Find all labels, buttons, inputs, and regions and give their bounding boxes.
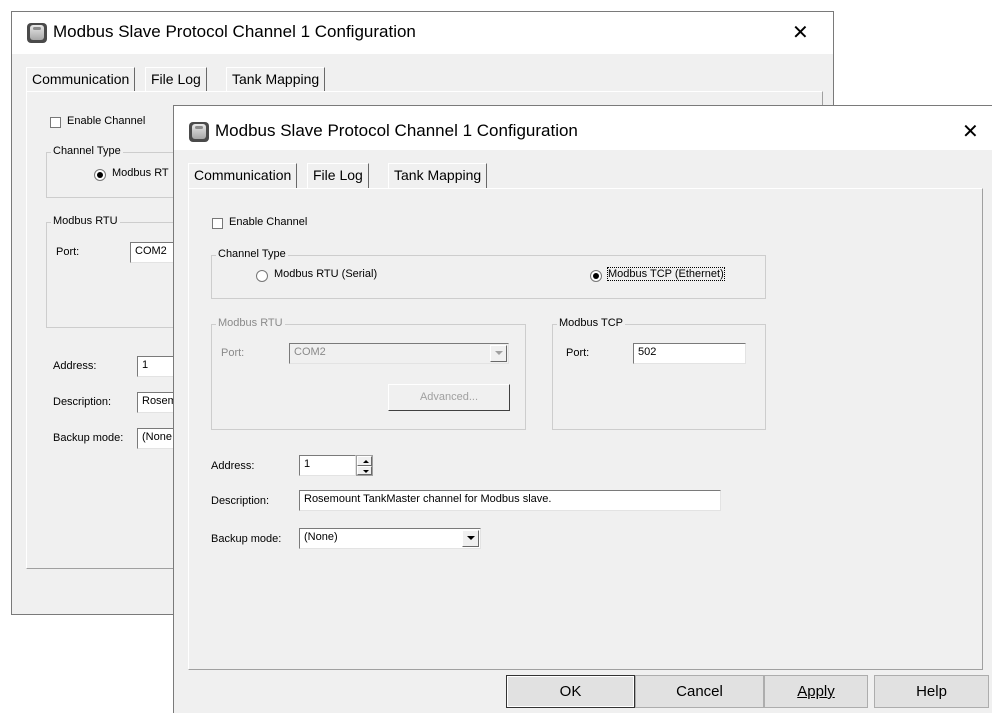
back-tab-tank-mapping[interactable]: Tank Mapping: [226, 67, 326, 91]
enable-channel-checkbox[interactable]: [212, 218, 223, 229]
chevron-down-icon[interactable]: [462, 530, 479, 547]
rtu-port-label: Port:: [221, 347, 245, 359]
description-input[interactable]: Rosemount TankMaster channel for Modbus …: [299, 490, 721, 511]
back-radio-modbus-rtu[interactable]: [94, 169, 106, 181]
tcp-port-label: Port:: [566, 347, 590, 359]
backup-mode-label: Backup mode:: [211, 533, 282, 545]
address-stepper[interactable]: [356, 455, 373, 476]
channel-type-caption: Channel Type: [216, 248, 288, 260]
back-backup-mode-label: Backup mode:: [53, 432, 124, 444]
app-icon: [27, 23, 47, 43]
address-label: Address:: [211, 460, 255, 472]
stepper-up-icon[interactable]: [357, 456, 372, 466]
front-dialog-window: Modbus Slave Protocol Channel 1 Configur…: [173, 105, 992, 713]
tab-communication[interactable]: Communication: [188, 163, 298, 188]
modbus-tcp-group: [552, 324, 766, 430]
modbus-tcp-caption: Modbus TCP: [557, 317, 625, 329]
rtu-port-select: COM2: [289, 343, 509, 364]
back-radio-modbus-rtu-label: Modbus RT: [112, 167, 169, 179]
front-close-icon[interactable]: ✕: [962, 119, 979, 144]
back-tab-file-log[interactable]: File Log: [145, 67, 207, 91]
back-enable-channel-label: Enable Channel: [67, 115, 146, 127]
radio-modbus-rtu[interactable]: [256, 270, 268, 282]
back-description-label: Description:: [53, 396, 112, 408]
back-window-title: Modbus Slave Protocol Channel 1 Configur…: [53, 22, 416, 41]
radio-modbus-rtu-label[interactable]: Modbus RTU (Serial): [274, 268, 377, 280]
tab-file-log[interactable]: File Log: [307, 163, 369, 188]
front-window-title: Modbus Slave Protocol Channel 1 Configur…: [215, 121, 578, 140]
chevron-down-icon: [490, 345, 507, 362]
back-channel-type-caption: Channel Type: [51, 145, 123, 157]
modbus-rtu-group: [211, 324, 526, 430]
advanced-button: Advanced...: [388, 384, 510, 411]
back-address-label: Address:: [53, 360, 97, 372]
tab-tank-mapping[interactable]: Tank Mapping: [388, 163, 488, 188]
address-input[interactable]: 1: [299, 455, 356, 476]
back-modbus-rtu-caption: Modbus RTU: [51, 215, 120, 227]
radio-modbus-tcp[interactable]: [590, 270, 602, 282]
rtu-port-value: COM2: [294, 346, 326, 358]
enable-channel-label: Enable Channel: [229, 216, 308, 228]
back-title-bar[interactable]: Modbus Slave Protocol Channel 1 Configur…: [12, 12, 833, 54]
description-label: Description:: [211, 495, 270, 507]
ok-button[interactable]: OK: [506, 675, 635, 708]
stepper-down-icon[interactable]: [357, 465, 372, 475]
cancel-button[interactable]: Cancel: [635, 675, 764, 708]
modbus-rtu-caption: Modbus RTU: [216, 317, 285, 329]
app-icon: [189, 122, 209, 142]
backup-mode-select[interactable]: (None): [299, 528, 481, 549]
back-close-icon[interactable]: ✕: [792, 20, 809, 45]
front-title-bar[interactable]: Modbus Slave Protocol Channel 1 Configur…: [174, 106, 992, 150]
back-port-label: Port:: [56, 246, 80, 258]
back-tab-communication[interactable]: Communication: [26, 67, 136, 91]
help-button[interactable]: Help: [874, 675, 989, 708]
back-enable-channel-checkbox[interactable]: [50, 117, 61, 128]
tcp-port-input[interactable]: 502: [633, 343, 746, 364]
backup-mode-value: (None): [304, 531, 338, 543]
radio-modbus-tcp-label[interactable]: Modbus TCP (Ethernet): [607, 267, 725, 281]
apply-button[interactable]: Apply: [764, 675, 868, 708]
